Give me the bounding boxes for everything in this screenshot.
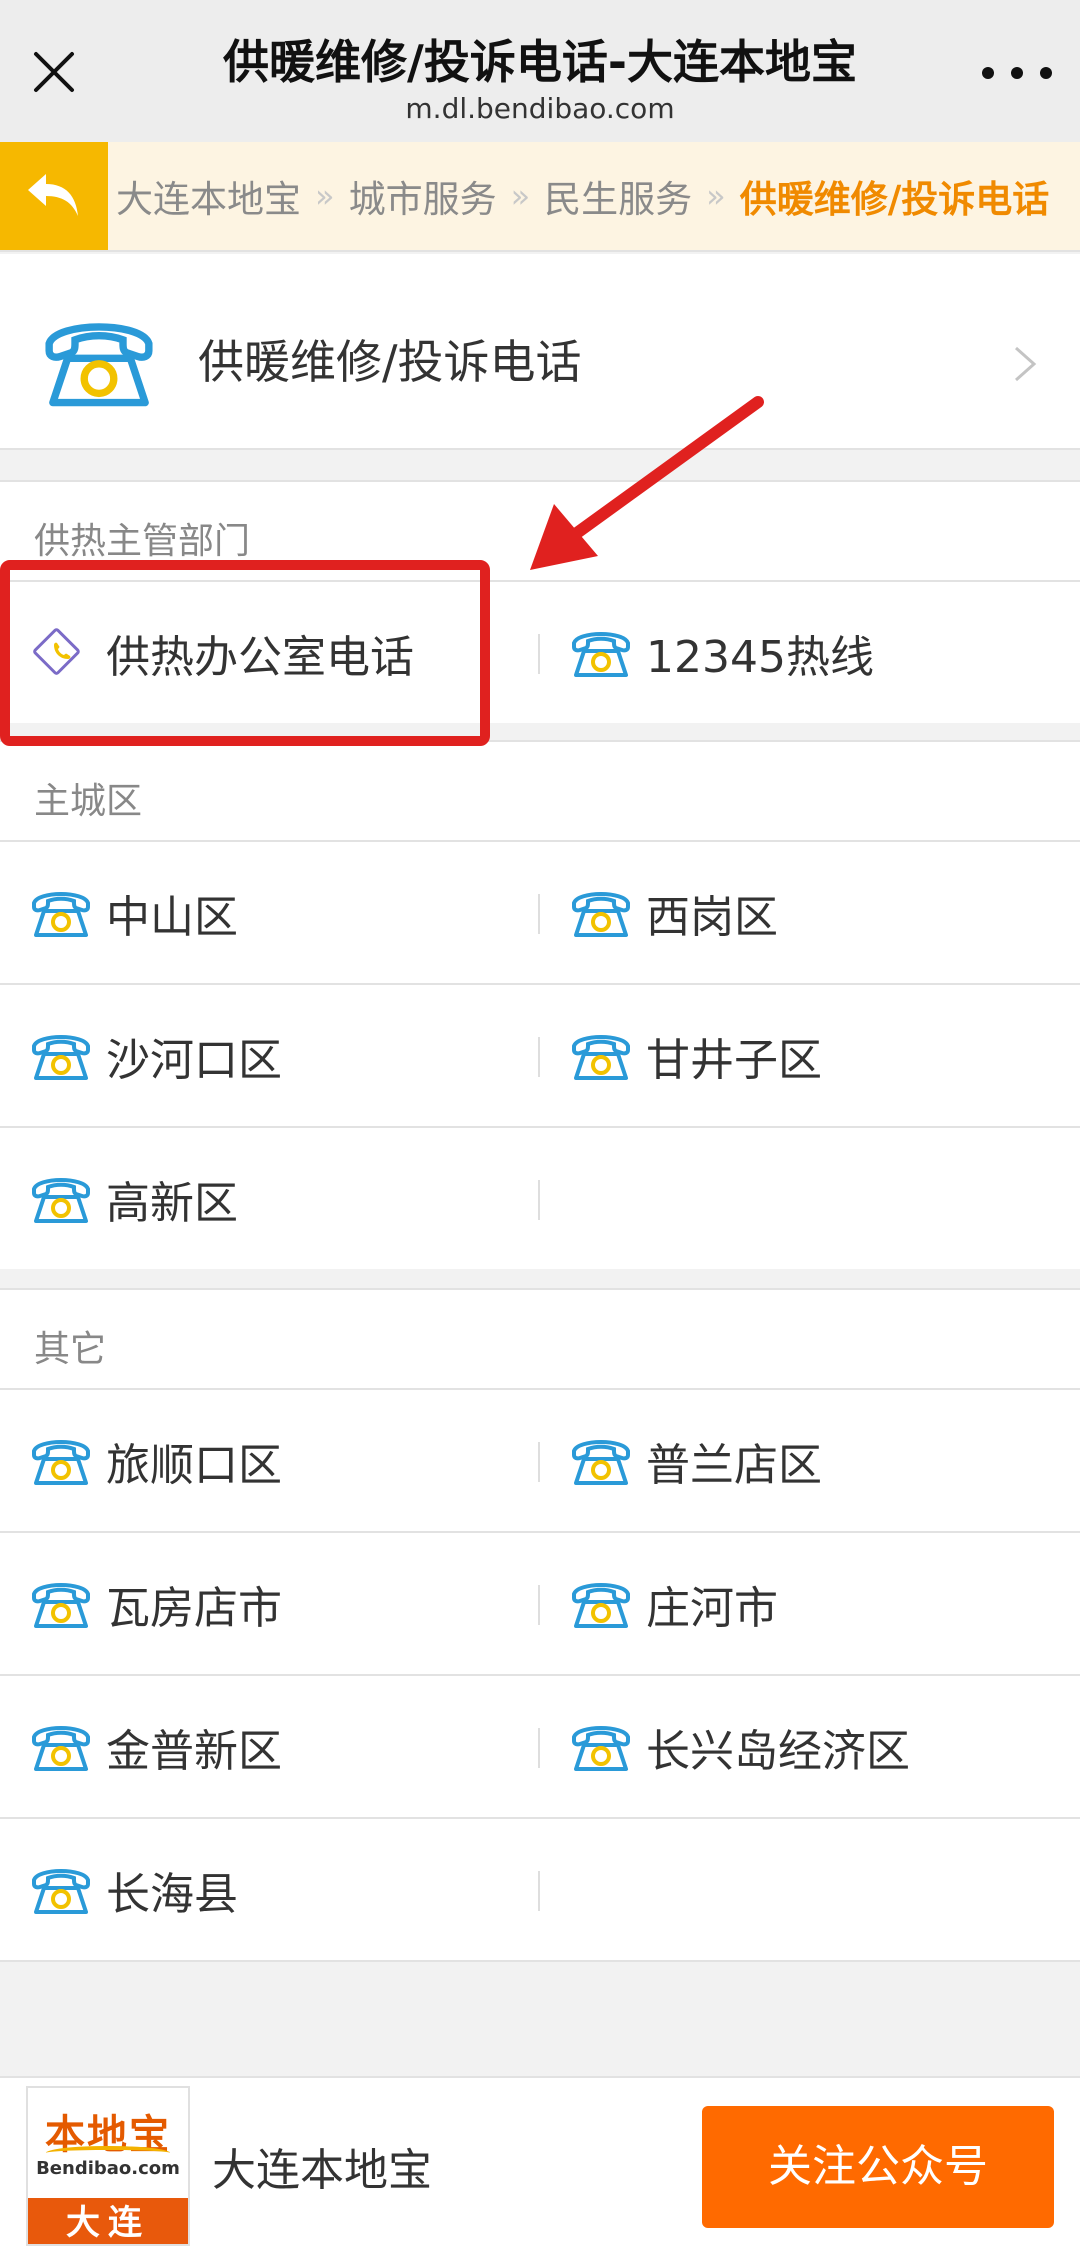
- breadcrumb: 大连本地宝 » 城市服务 » 民生服务 » 供暖维修/投诉电话: [116, 142, 1080, 250]
- breadcrumb-link[interactable]: 城市服务: [349, 169, 497, 223]
- list-item-jinpu[interactable]: 金普新区: [0, 1676, 540, 1817]
- back-arrow-icon[interactable]: [0, 142, 108, 250]
- telephone-icon: [30, 1173, 92, 1225]
- list-row: 沙河口区 甘井子区: [0, 983, 1080, 1126]
- list-row: 高新区: [0, 1126, 1080, 1269]
- close-icon[interactable]: [26, 44, 82, 100]
- telephone-icon: [40, 314, 158, 410]
- page-title: 供暖维修/投诉电话-大连本地宝: [223, 35, 857, 89]
- list-item-label: 西岗区: [646, 891, 778, 943]
- list-item-label: 中山区: [106, 891, 238, 943]
- follow-button[interactable]: 关注公众号: [702, 2106, 1054, 2228]
- breadcrumb-current: 供暖维修/投诉电话: [739, 178, 1050, 221]
- telephone-icon: [570, 1435, 632, 1487]
- section-title: 其它: [34, 1329, 107, 1370]
- list-item-shahekou[interactable]: 沙河口区: [0, 985, 540, 1126]
- list-item-label: 瓦房店市: [106, 1582, 282, 1634]
- page-url: m.dl.bendibao.com: [405, 92, 675, 125]
- browser-top-bar: 供暖维修/投诉电话-大连本地宝 m.dl.bendibao.com: [0, 0, 1080, 142]
- breadcrumb-separator: »: [510, 177, 531, 215]
- telephone-icon: [570, 627, 632, 679]
- section-title: 供热主管部门: [34, 521, 251, 562]
- telephone-icon: [30, 1030, 92, 1082]
- list-item-label: 普兰店区: [646, 1439, 822, 1491]
- telephone-icon: [30, 1435, 92, 1487]
- list-item-changhai[interactable]: 长海县: [0, 1819, 540, 1960]
- breadcrumb-separator: »: [706, 177, 726, 215]
- list-item-label: 长兴岛经济区: [646, 1725, 910, 1777]
- list-item-wafangdian[interactable]: 瓦房店市: [0, 1533, 540, 1674]
- list-item-xigang[interactable]: 西岗区: [540, 842, 1080, 983]
- list-row: 旅顺口区 普兰店区: [0, 1388, 1080, 1531]
- list-item-12345-hotline[interactable]: 12345热线: [540, 582, 1080, 723]
- breadcrumb-link[interactable]: 大连本地宝: [116, 169, 301, 223]
- breadcrumb-bar: 大连本地宝 » 城市服务 » 民生服务 » 供暖维修/投诉电话: [0, 142, 1080, 252]
- telephone-icon: [570, 1030, 632, 1082]
- annotation-arrow-icon: [530, 396, 764, 570]
- section-header: 其它: [0, 1288, 1080, 1388]
- list-item-label: 长海县: [106, 1868, 238, 1920]
- footer-bar: 本地宝 Bendibao.com 大连 大连本地宝 关注公众号: [0, 2076, 1080, 2249]
- list-row: 瓦房店市 庄河市: [0, 1531, 1080, 1674]
- list-item-ganjingzi[interactable]: 甘井子区: [540, 985, 1080, 1126]
- section-title: 主城区: [34, 781, 143, 822]
- list-item-label: 高新区: [106, 1177, 238, 1229]
- divider: [538, 1871, 540, 1911]
- list-item-label: 旅顺口区: [106, 1439, 282, 1491]
- telephone-icon: [570, 1578, 632, 1630]
- list-row: 金普新区 长兴岛经济区: [0, 1674, 1080, 1817]
- list-row: 中山区 西岗区: [0, 840, 1080, 983]
- list-item-label: 沙河口区: [106, 1034, 282, 1086]
- telephone-icon: [30, 1864, 92, 1916]
- list-item-changxingdao[interactable]: 长兴岛经济区: [540, 1676, 1080, 1817]
- chevron-right-icon: [1012, 344, 1038, 384]
- account-name: 大连本地宝: [212, 2145, 432, 2196]
- telephone-icon: [30, 887, 92, 939]
- list-item-label: 甘井子区: [646, 1034, 822, 1086]
- telephone-icon: [570, 887, 632, 939]
- bendibao-logo: 本地宝 Bendibao.com 大连: [26, 2086, 190, 2246]
- list-item-label: 金普新区: [106, 1725, 282, 1777]
- list-item-zhongshan[interactable]: 中山区: [0, 842, 540, 983]
- list-row: 长海县: [0, 1817, 1080, 1962]
- breadcrumb-separator: »: [315, 177, 335, 215]
- list-item-label: 庄河市: [646, 1582, 778, 1634]
- list-item-lushunkou[interactable]: 旅顺口区: [0, 1390, 540, 1531]
- breadcrumb-link[interactable]: 民生服务: [544, 169, 692, 223]
- list-item-gaoxin[interactable]: 高新区: [0, 1128, 540, 1269]
- telephone-icon: [30, 1721, 92, 1773]
- section-header: 主城区: [0, 740, 1080, 840]
- list-item-zhuanghe[interactable]: 庄河市: [540, 1533, 1080, 1674]
- highlight-box: [0, 560, 490, 746]
- list-item-label: 12345热线: [646, 631, 874, 683]
- more-icon[interactable]: [982, 58, 1052, 88]
- telephone-icon: [570, 1721, 632, 1773]
- telephone-icon: [30, 1578, 92, 1630]
- divider: [538, 1180, 540, 1220]
- list-item-pulandian[interactable]: 普兰店区: [540, 1390, 1080, 1531]
